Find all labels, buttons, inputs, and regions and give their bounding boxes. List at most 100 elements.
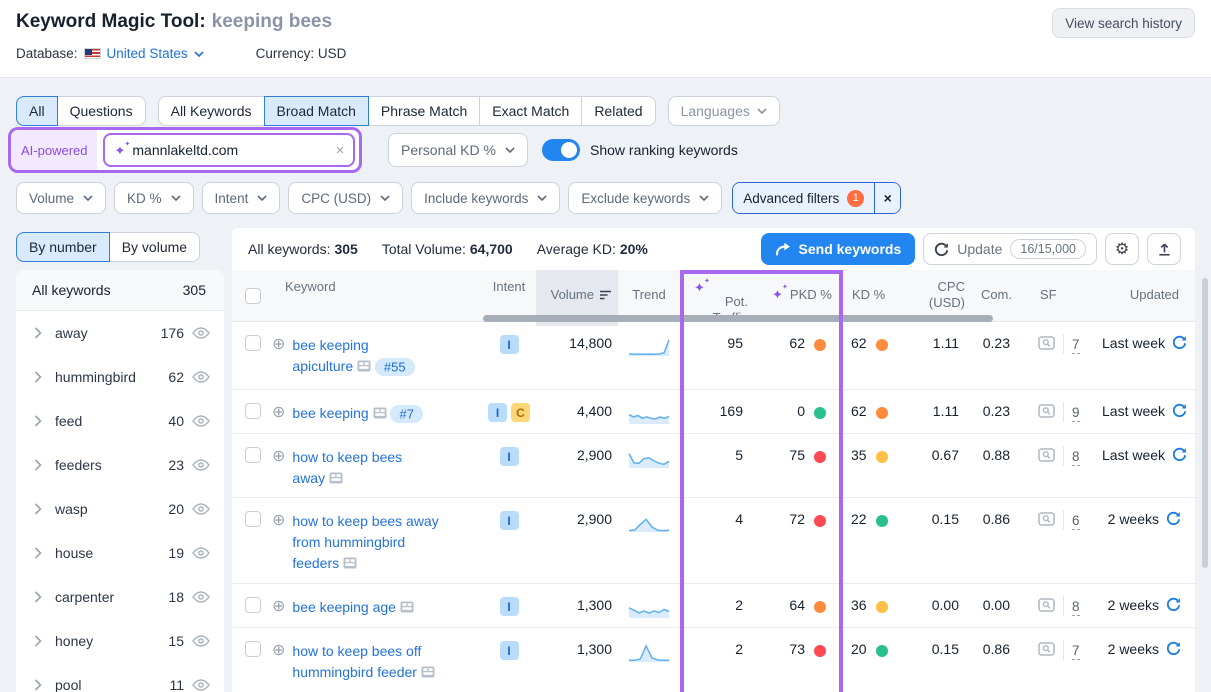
tab-broad-match[interactable]: Broad Match bbox=[264, 96, 369, 126]
serp-preview-icon[interactable] bbox=[400, 601, 414, 613]
serp-features-preview-icon[interactable] bbox=[1038, 642, 1055, 656]
keyword-link[interactable]: how to keep bees away bbox=[292, 447, 444, 497]
tab-all[interactable]: All bbox=[16, 96, 58, 126]
sidebar-item-feed[interactable]: feed40 bbox=[16, 399, 224, 443]
advanced-filters-label: Advanced filters bbox=[743, 191, 839, 206]
send-keywords-button[interactable]: Send keywords bbox=[761, 233, 916, 265]
intent-badge-i[interactable]: I bbox=[500, 641, 519, 660]
serp-preview-icon[interactable] bbox=[373, 407, 387, 419]
show-ranking-keywords-toggle[interactable] bbox=[542, 139, 580, 161]
col-updated[interactable]: Updated bbox=[1102, 270, 1195, 326]
refresh-row-icon[interactable] bbox=[1166, 597, 1181, 612]
database-selector[interactable]: United States bbox=[107, 46, 188, 61]
sf-count[interactable]: 8 bbox=[1072, 448, 1080, 466]
serp-features-preview-icon[interactable] bbox=[1038, 404, 1055, 418]
view-search-history-button[interactable]: View search history bbox=[1052, 8, 1195, 38]
row-checkbox[interactable] bbox=[245, 641, 261, 657]
personal-kd-dropdown[interactable]: Personal KD % bbox=[388, 133, 528, 167]
add-keyword-icon[interactable]: ⊕ bbox=[272, 447, 285, 497]
pkd-value: 75 bbox=[789, 447, 805, 463]
refresh-row-icon[interactable] bbox=[1166, 641, 1181, 656]
keyword-link[interactable]: how to keep bees away from hummingbird f… bbox=[292, 511, 444, 583]
update-button[interactable]: Update 16/15,000 bbox=[923, 233, 1097, 265]
add-keyword-icon[interactable]: ⊕ bbox=[272, 511, 285, 583]
advanced-filters-close-button[interactable]: × bbox=[874, 183, 900, 213]
filter-intent[interactable]: Intent bbox=[202, 182, 281, 214]
intent-badge-i[interactable]: I bbox=[500, 335, 519, 354]
serp-preview-icon[interactable] bbox=[421, 666, 435, 678]
export-button[interactable] bbox=[1147, 233, 1181, 265]
serp-preview-icon[interactable] bbox=[357, 360, 371, 372]
keyword-link[interactable]: how to keep bees off hummingbird feeder bbox=[292, 641, 444, 692]
serp-features-preview-icon[interactable] bbox=[1038, 512, 1055, 526]
add-keyword-icon[interactable]: ⊕ bbox=[272, 403, 285, 433]
col-sf[interactable]: SF bbox=[1032, 270, 1102, 326]
sidebar-scrollbar[interactable] bbox=[1202, 278, 1208, 568]
intent-badge-c[interactable]: C bbox=[511, 403, 530, 422]
refresh-row-icon[interactable] bbox=[1172, 403, 1187, 418]
row-checkbox[interactable] bbox=[245, 403, 261, 419]
serp-features-preview-icon[interactable] bbox=[1038, 448, 1055, 462]
keyword-link[interactable]: bee keeping #7 bbox=[292, 403, 423, 433]
sf-count[interactable]: 6 bbox=[1072, 512, 1080, 530]
sidebar-item-wasp[interactable]: wasp20 bbox=[16, 487, 224, 531]
serp-preview-icon[interactable] bbox=[329, 472, 343, 484]
add-keyword-icon[interactable]: ⊕ bbox=[272, 597, 285, 627]
tab-questions[interactable]: Questions bbox=[57, 96, 146, 126]
intent-badge-i[interactable]: I bbox=[500, 511, 519, 530]
sidebar-item-honey[interactable]: honey15 bbox=[16, 619, 224, 663]
serp-features-preview-icon[interactable] bbox=[1038, 598, 1055, 612]
sidebar-tab-by-volume[interactable]: By volume bbox=[109, 232, 200, 262]
sf-count[interactable]: 9 bbox=[1072, 404, 1080, 422]
settings-button[interactable]: ⚙ bbox=[1105, 233, 1139, 265]
select-all-checkbox[interactable] bbox=[245, 288, 261, 304]
intent-badge-i[interactable]: I bbox=[500, 597, 519, 616]
row-checkbox[interactable] bbox=[245, 447, 261, 463]
domain-search-input[interactable]: ✦ mannlakeltd.com × bbox=[103, 133, 355, 167]
row-checkbox[interactable] bbox=[245, 335, 261, 351]
keyword-link[interactable]: bee keeping age bbox=[292, 597, 413, 627]
clear-input-icon[interactable]: × bbox=[336, 142, 345, 159]
tab-phrase-match[interactable]: Phrase Match bbox=[368, 96, 480, 126]
sf-count[interactable]: 8 bbox=[1072, 598, 1080, 616]
col-keyword[interactable]: Keyword bbox=[272, 270, 482, 326]
tab-all-keywords[interactable]: All Keywords bbox=[158, 96, 265, 126]
serp-preview-icon[interactable] bbox=[343, 557, 357, 569]
filter-kd[interactable]: KD % bbox=[114, 182, 194, 214]
refresh-row-icon[interactable] bbox=[1172, 447, 1187, 462]
horizontal-scrollbar[interactable] bbox=[483, 315, 993, 322]
refresh-row-icon[interactable] bbox=[1172, 335, 1187, 350]
ranking-position-badge[interactable]: #7 bbox=[390, 405, 422, 423]
eye-icon bbox=[192, 503, 210, 515]
sidebar-item-pool[interactable]: pool11 bbox=[16, 663, 224, 692]
keyword-link[interactable]: bee keeping apiculture #55 bbox=[292, 335, 444, 389]
chevron-right-icon bbox=[34, 503, 42, 515]
refresh-row-icon[interactable] bbox=[1166, 511, 1181, 526]
advanced-filters-button[interactable]: Advanced filters1 bbox=[733, 183, 874, 213]
filter-exclude-keywords[interactable]: Exclude keywords bbox=[568, 182, 722, 214]
sf-count[interactable]: 7 bbox=[1072, 642, 1080, 660]
sidebar-item-away[interactable]: away176 bbox=[16, 311, 224, 355]
add-keyword-icon[interactable]: ⊕ bbox=[272, 641, 285, 692]
filter-cpc-usd[interactable]: CPC (USD) bbox=[288, 182, 403, 214]
sidebar-item-hummingbird[interactable]: hummingbird62 bbox=[16, 355, 224, 399]
sidebar-item-house[interactable]: house19 bbox=[16, 531, 224, 575]
row-checkbox[interactable] bbox=[245, 511, 261, 527]
languages-dropdown[interactable]: Languages bbox=[668, 96, 780, 126]
row-checkbox[interactable] bbox=[245, 597, 261, 613]
sf-count[interactable]: 7 bbox=[1072, 336, 1080, 354]
tab-related[interactable]: Related bbox=[581, 96, 655, 126]
sidebar-item-feeders[interactable]: feeders23 bbox=[16, 443, 224, 487]
sidebar-tab-by-number[interactable]: By number bbox=[16, 232, 110, 262]
add-keyword-icon[interactable]: ⊕ bbox=[272, 335, 285, 389]
tab-exact-match[interactable]: Exact Match bbox=[479, 96, 582, 126]
serp-features-preview-icon[interactable] bbox=[1038, 336, 1055, 350]
ai-powered-highlight-box: AI-powered ✦ mannlakeltd.com × bbox=[8, 127, 362, 173]
filter-include-keywords[interactable]: Include keywords bbox=[411, 182, 560, 214]
filter-volume[interactable]: Volume bbox=[16, 182, 106, 214]
sidebar-item-carpenter[interactable]: carpenter18 bbox=[16, 575, 224, 619]
intent-badge-i[interactable]: I bbox=[488, 403, 507, 422]
all-keywords-label[interactable]: All keywords bbox=[32, 282, 111, 298]
ranking-position-badge[interactable]: #55 bbox=[375, 358, 415, 376]
intent-badge-i[interactable]: I bbox=[500, 447, 519, 466]
